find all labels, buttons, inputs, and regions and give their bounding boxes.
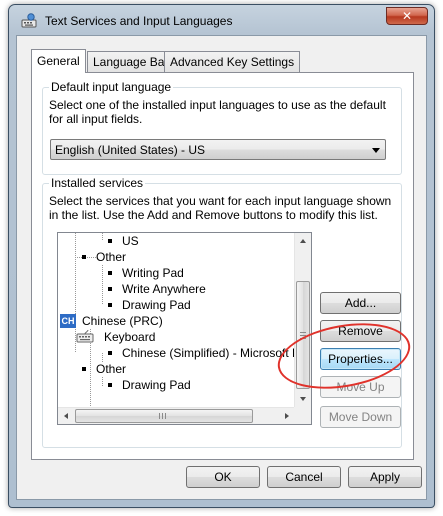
tree-vertical-scrollbar[interactable] (294, 233, 311, 408)
chevron-down-icon (372, 148, 380, 153)
properties-button[interactable]: Properties... (320, 348, 401, 370)
tree-item-label: Writing Pad (122, 266, 184, 280)
tree-item-label: US (122, 234, 139, 248)
tree-item-label: Other (96, 362, 127, 376)
tree-item-label: Other (96, 250, 127, 264)
tree-connector (102, 377, 103, 387)
installed-services-description: Select the services that you want for ea… (49, 194, 392, 222)
keyboard-globe-icon (21, 13, 37, 28)
close-button[interactable]: ✕ (386, 7, 428, 25)
tab-language-bar[interactable]: Language Bar (87, 51, 175, 72)
keyboard-icon (76, 330, 94, 343)
dialog-window: Text Services and Input Languages ✕ Gene… (8, 4, 435, 508)
tree-item-label: Drawing Pad (122, 298, 191, 312)
default-language-value: English (United States) - US (55, 143, 206, 157)
grip-icon (165, 413, 166, 419)
grip-icon (162, 413, 163, 419)
scrollbar-corner (294, 407, 311, 424)
apply-button[interactable]: Apply (348, 466, 422, 488)
window-title: Text Services and Input Languages (45, 14, 233, 28)
language-badge-icon: CH (60, 314, 76, 328)
bullet-icon (108, 383, 112, 387)
vertical-scroll-thumb[interactable] (296, 281, 310, 389)
general-tab-panel: Default input language Select one of the… (31, 72, 414, 460)
scroll-left-arrow-icon[interactable] (58, 408, 75, 424)
grip-icon (300, 335, 306, 336)
title-bar[interactable]: Text Services and Input Languages ✕ (9, 5, 434, 35)
grip-icon (300, 338, 306, 339)
tree-item-label: Keyboard (104, 330, 156, 344)
scroll-down-arrow-icon[interactable] (295, 391, 311, 408)
ok-button[interactable]: OK (186, 466, 260, 488)
tree-item-label: Drawing Pad (122, 378, 191, 392)
services-tree[interactable]: US Other Writing Pad Write Anywhere Draw… (57, 232, 312, 425)
scroll-up-arrow-icon[interactable] (295, 233, 311, 250)
tree-horizontal-scrollbar[interactable] (58, 407, 295, 424)
bullet-icon (82, 255, 86, 259)
move-down-button[interactable]: Move Down (320, 406, 401, 428)
tree-item-label: Write Anywhere (122, 282, 206, 296)
add-button[interactable]: Add... (320, 292, 401, 314)
bullet-icon (108, 287, 112, 291)
bullet-icon (82, 367, 86, 371)
grip-icon (300, 332, 306, 333)
cancel-button[interactable]: Cancel (267, 466, 341, 488)
tree-connector (102, 265, 103, 305)
horizontal-scroll-thumb[interactable] (75, 409, 253, 423)
tree-item-label: Chinese (Simplified) - Microsoft Pinyin (122, 346, 312, 360)
bullet-icon (108, 271, 112, 275)
bullet-icon (108, 351, 112, 355)
remove-button[interactable]: Remove (320, 320, 401, 342)
default-language-dropdown[interactable]: English (United States) - US (50, 139, 386, 160)
scroll-right-arrow-icon[interactable] (278, 408, 295, 424)
bullet-icon (108, 303, 112, 307)
move-up-button[interactable]: Move Up (320, 376, 401, 398)
dialog-client-area: General Language Bar Advanced Key Settin… (16, 35, 427, 500)
bullet-icon (108, 239, 112, 243)
tree-connector (75, 257, 97, 258)
default-input-language-title: Default input language (49, 80, 174, 94)
installed-services-group: Installed services Select the services t… (42, 176, 402, 448)
tree-item-label: Chinese (PRC) (82, 314, 163, 328)
tab-advanced-key-settings[interactable]: Advanced Key Settings (164, 51, 301, 72)
default-input-description: Select one of the installed input langua… (49, 98, 386, 126)
tree-connector (102, 233, 103, 241)
tab-general[interactable]: General (31, 49, 86, 73)
default-input-language-group: Default input language Select one of the… (42, 80, 402, 175)
grip-icon (159, 413, 160, 419)
installed-services-title: Installed services (49, 176, 146, 190)
